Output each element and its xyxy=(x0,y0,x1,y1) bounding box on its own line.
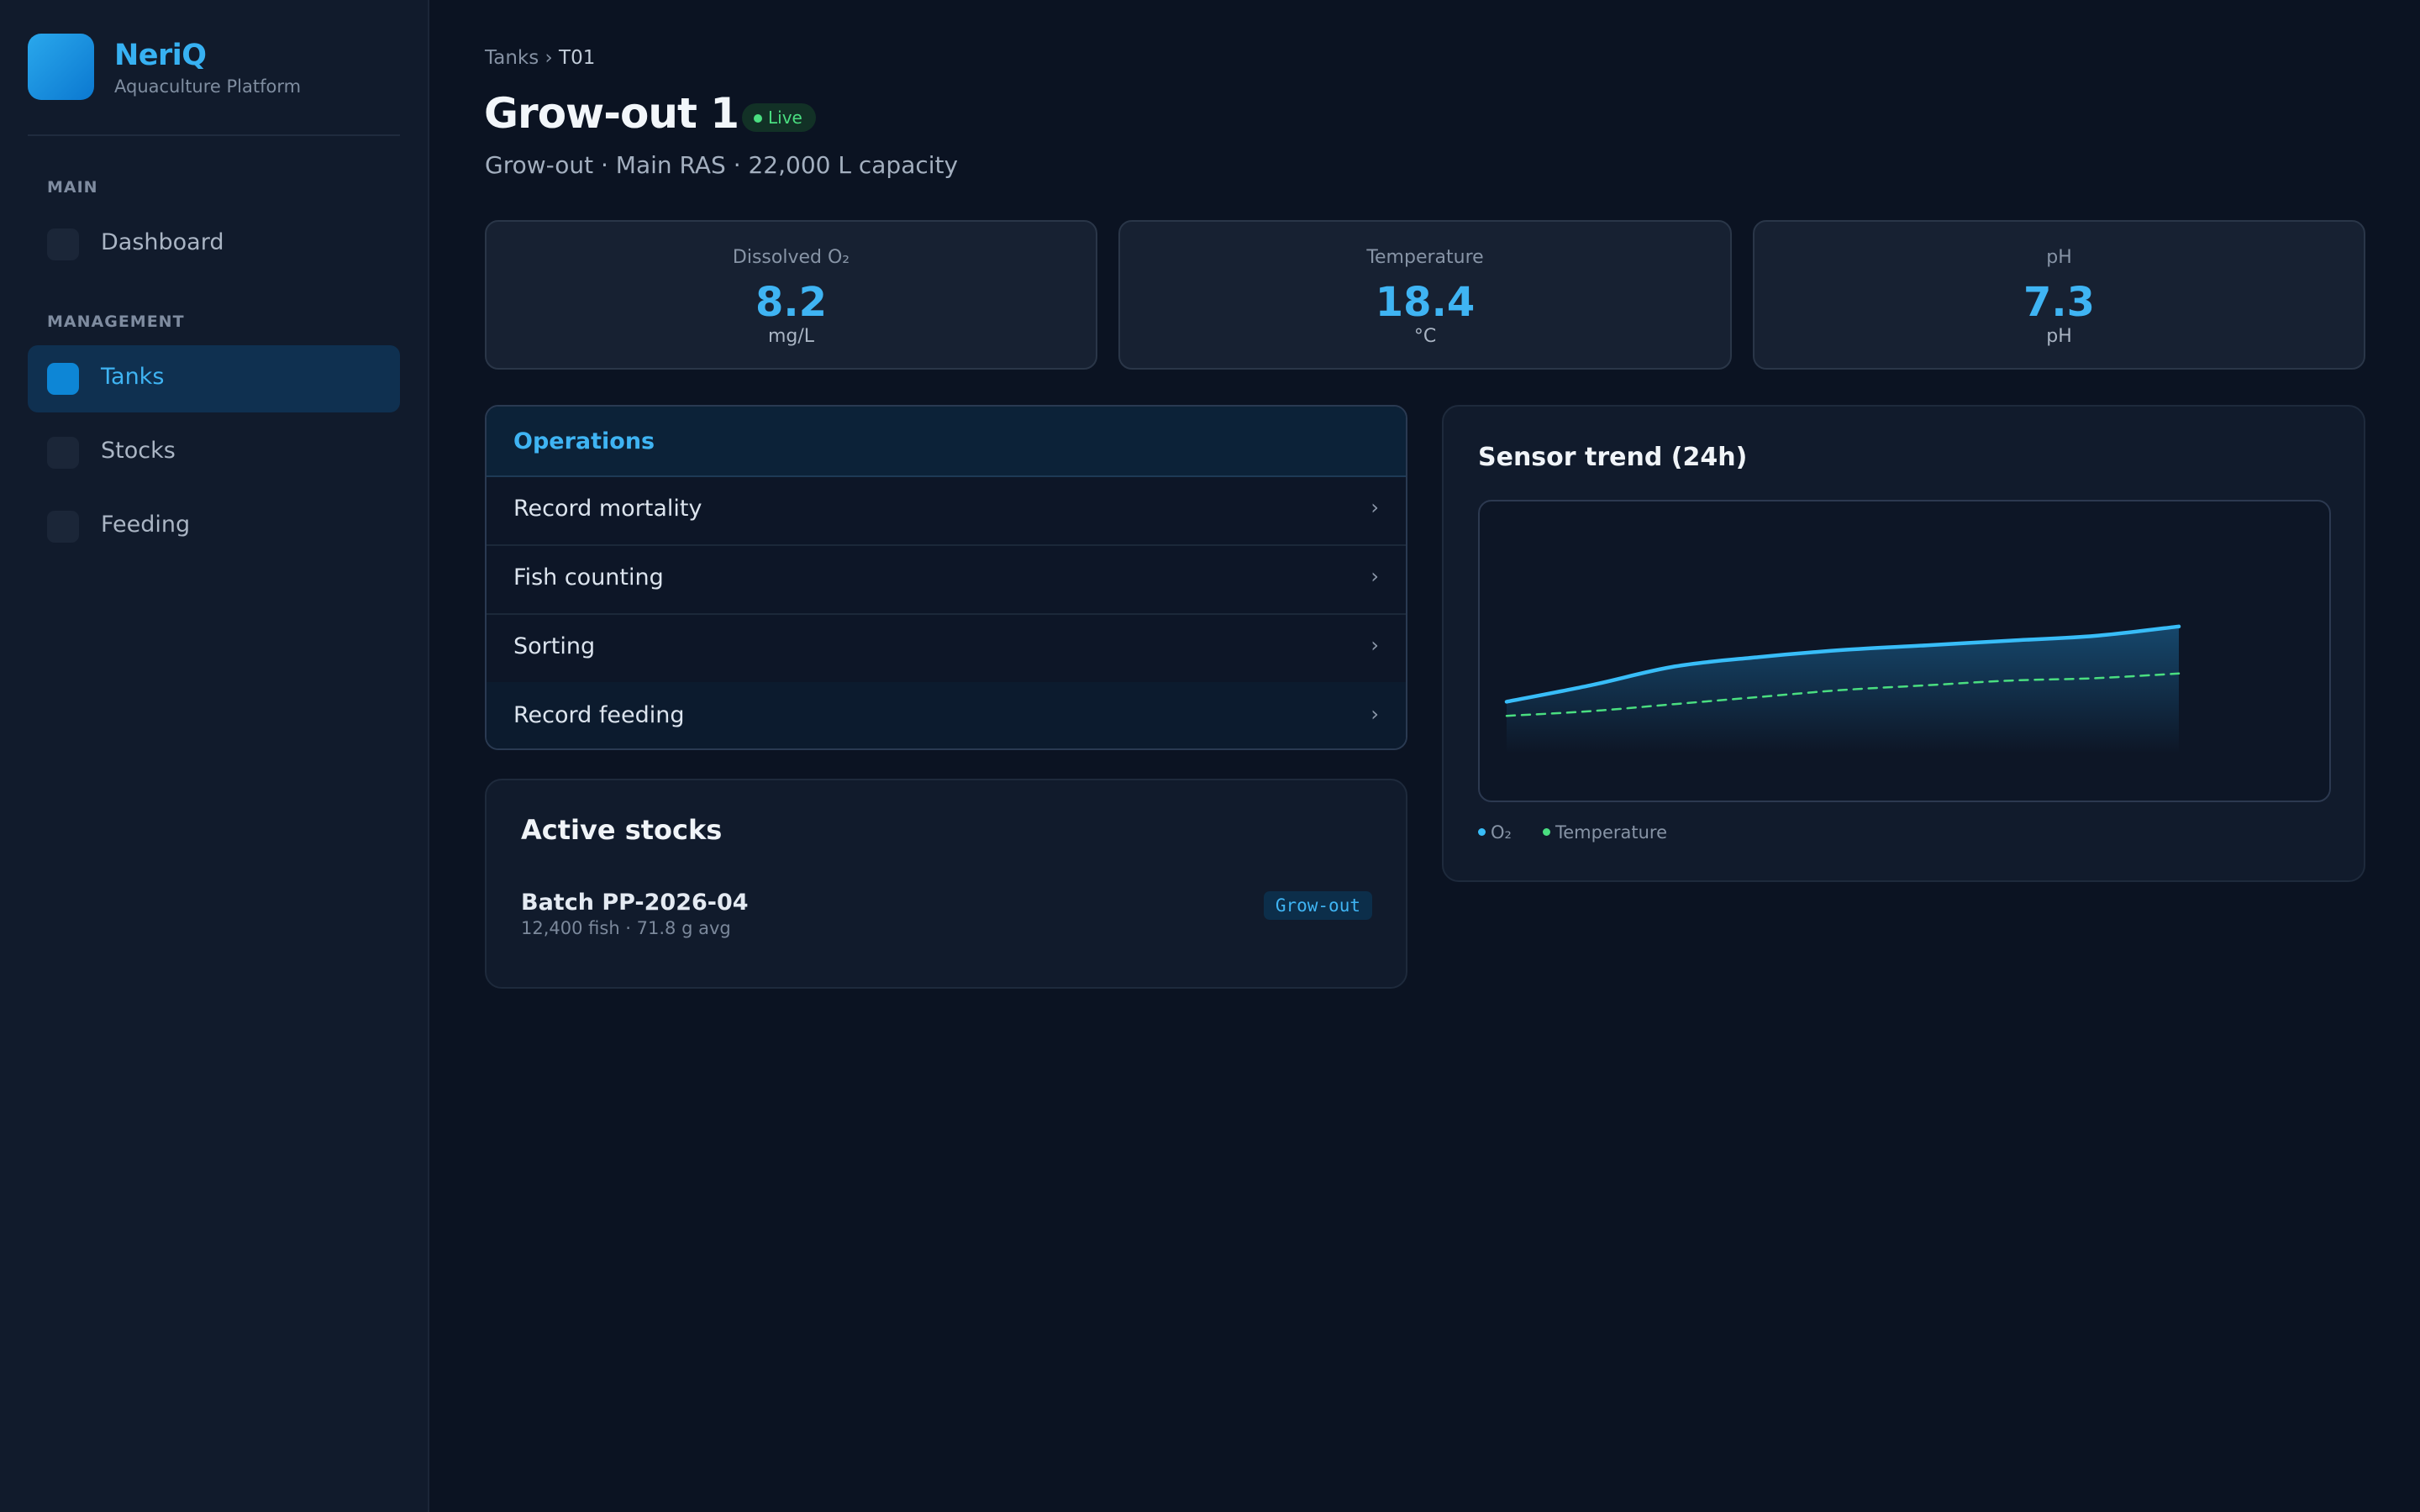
metric-unit: mg/L xyxy=(767,326,815,347)
metric-unit: pH xyxy=(2046,326,2072,347)
chevron-right-icon: › xyxy=(1370,564,1379,588)
operation-fish-counting[interactable]: Fish counting › xyxy=(487,544,1406,615)
operations-panel: Operations Record mortality › Fish count… xyxy=(485,405,1407,750)
feeding-icon xyxy=(47,511,79,543)
breadcrumb: Tanks › T01 xyxy=(485,47,595,69)
status-badge-label: Live xyxy=(768,108,802,128)
chevron-right-icon: › xyxy=(1370,496,1379,519)
legend-item-o2: O₂ xyxy=(1478,822,1512,843)
brand-subtitle: Aquaculture Platform xyxy=(114,76,302,97)
operation-label: Record mortality xyxy=(513,496,702,522)
operation-record-feeding[interactable]: Record feeding › xyxy=(487,682,1406,748)
legend-dot-icon xyxy=(1543,827,1550,836)
sidebar-item-tanks[interactable]: Tanks xyxy=(28,345,400,412)
operations-header: Operations xyxy=(487,407,1406,477)
sidebar: NeriQ Aquaculture Platform MAIN Dashboar… xyxy=(0,0,429,1512)
operations-title: Operations xyxy=(513,428,655,454)
stocks-icon xyxy=(47,437,79,469)
sidebar-item-label: Stocks xyxy=(101,438,176,464)
brand[interactable]: NeriQ Aquaculture Platform xyxy=(28,34,397,101)
sensor-trend-panel: Sensor trend (24h) O₂ Temperature xyxy=(1442,405,2365,882)
legend-label: O₂ xyxy=(1491,822,1512,843)
operation-sorting[interactable]: Sorting › xyxy=(487,613,1406,684)
status-badge: Live xyxy=(742,103,816,132)
live-dot-icon xyxy=(754,114,762,123)
active-stocks-panel: Active stocks Batch PP-2026-04 12,400 fi… xyxy=(485,779,1407,989)
sidebar-item-label: Dashboard xyxy=(101,229,224,255)
page-subtitle: Grow-out · Main RAS · 22,000 L capacity xyxy=(485,151,959,179)
brand-logo-icon xyxy=(28,34,94,100)
sidebar-item-label: Tanks xyxy=(101,364,165,390)
breadcrumb-separator: › xyxy=(544,47,553,69)
section-label-main: MAIN xyxy=(47,178,98,197)
legend-item-temperature: Temperature xyxy=(1543,822,1667,843)
sidebar-item-label: Feeding xyxy=(101,512,191,538)
sidebar-item-dashboard[interactable]: Dashboard xyxy=(28,211,400,278)
breadcrumb-parent[interactable]: Tanks xyxy=(485,47,539,69)
section-label-management: MANAGEMENT xyxy=(47,312,185,331)
metric-label: pH xyxy=(2046,247,2072,268)
stock-name[interactable]: Batch PP-2026-04 xyxy=(521,890,749,916)
metric-label: Temperature xyxy=(1366,247,1484,268)
divider xyxy=(28,134,400,136)
operation-label: Sorting xyxy=(513,633,596,659)
metric-card-ph: pH 7.3 pH xyxy=(1753,220,2365,370)
operation-label: Fish counting xyxy=(513,564,664,591)
chevron-right-icon: › xyxy=(1370,633,1379,657)
sidebar-item-stocks[interactable]: Stocks xyxy=(28,419,400,486)
metric-card-dissolved-oxygen: Dissolved O₂ 8.2 mg/L xyxy=(485,220,1097,370)
sensor-trend-chart xyxy=(1504,624,2181,753)
dashboard-icon xyxy=(47,228,79,260)
brand-name: NeriQ xyxy=(114,39,207,72)
metric-value: 7.3 xyxy=(2023,279,2096,326)
stock-meta: 12,400 fish · 71.8 g avg xyxy=(521,918,731,938)
active-stocks-title: Active stocks xyxy=(521,814,723,846)
stock-stage-tag: Grow-out xyxy=(1263,891,1372,920)
legend-dot-icon xyxy=(1478,827,1486,836)
metric-label: Dissolved O₂ xyxy=(732,247,850,268)
tanks-icon xyxy=(47,363,79,395)
metric-value: 8.2 xyxy=(755,279,828,326)
breadcrumb-current: T01 xyxy=(559,47,596,69)
sidebar-item-feeding[interactable]: Feeding xyxy=(28,493,400,560)
operation-label: Record feeding xyxy=(513,702,685,728)
chart-area xyxy=(1478,500,2331,802)
operation-record-mortality[interactable]: Record mortality › xyxy=(487,475,1406,546)
page-title: Grow-out 1 xyxy=(484,89,739,138)
metric-card-temperature: Temperature 18.4 °C xyxy=(1118,220,1732,370)
metric-value: 18.4 xyxy=(1375,279,1476,326)
chart-title: Sensor trend (24h) xyxy=(1478,443,1748,472)
legend-label: Temperature xyxy=(1555,822,1668,843)
metric-unit: °C xyxy=(1413,326,1437,347)
chevron-right-icon: › xyxy=(1370,702,1379,726)
